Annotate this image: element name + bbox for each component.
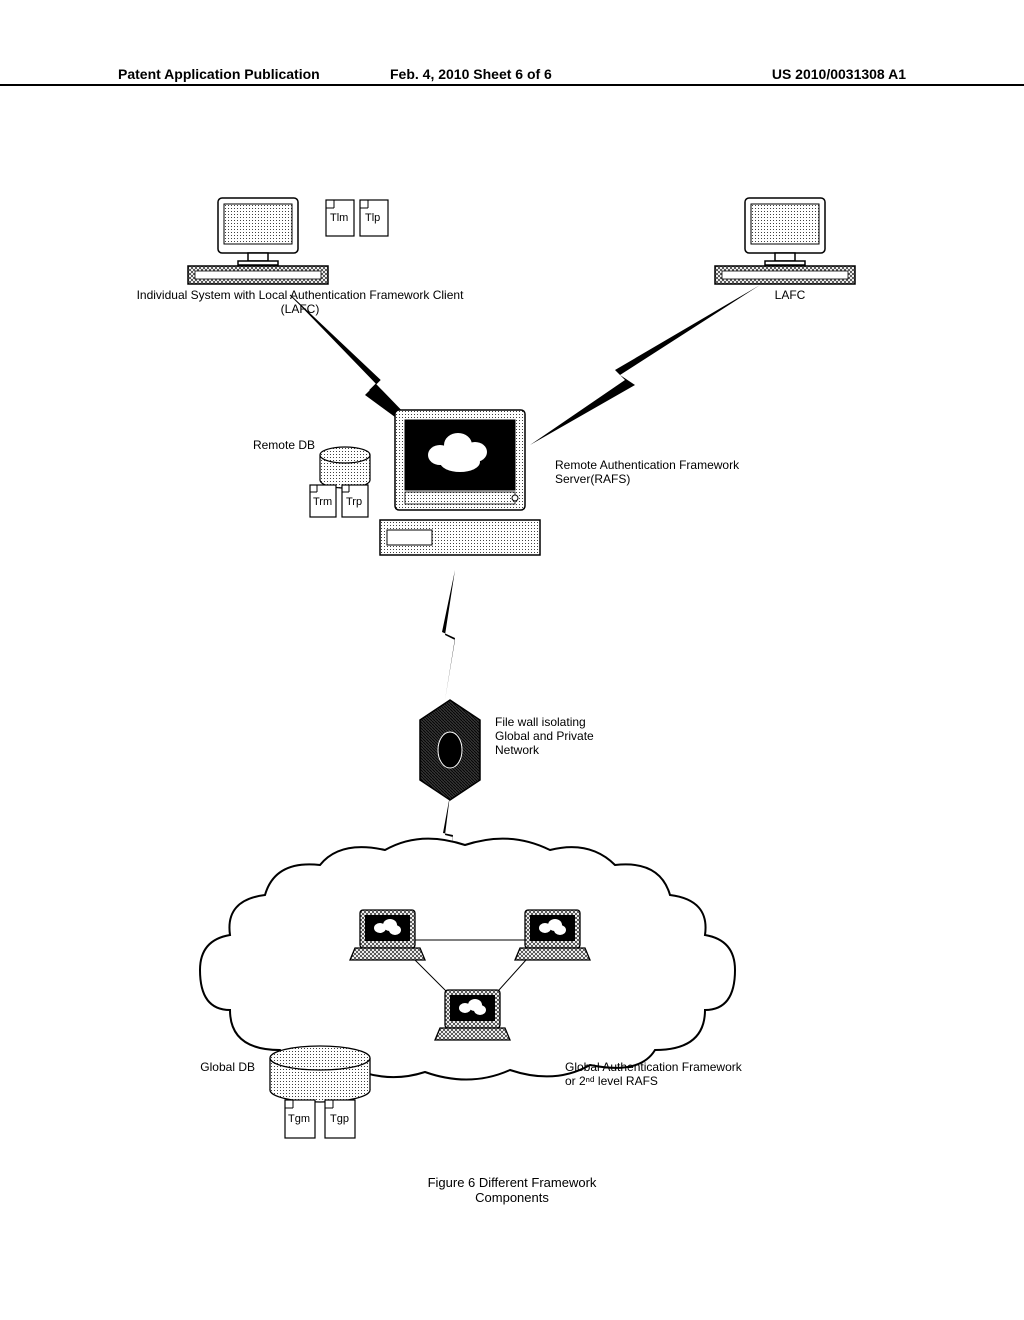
remote-db-icon bbox=[320, 447, 370, 488]
diagram-container: Individual System with Local Authenticat… bbox=[0, 180, 1024, 1180]
global-framework-label: Global Authentication Frameworkor 2ⁿᵈ le… bbox=[565, 1060, 795, 1088]
figure-caption: Figure 6 Different FrameworkComponents bbox=[0, 1175, 1024, 1205]
header-patent-number: US 2010/0031308 A1 bbox=[772, 66, 906, 82]
lafc-computer-2 bbox=[715, 198, 855, 284]
trm-label: Trm bbox=[313, 496, 332, 508]
firewall-icon bbox=[420, 700, 480, 800]
tlm-label: Tlm bbox=[330, 212, 348, 224]
connection-lafc2-rafs bbox=[530, 285, 760, 445]
global-db-label: Global DB bbox=[175, 1060, 255, 1074]
tgp-label: Tgp bbox=[330, 1113, 349, 1125]
remote-db-label: Remote DB bbox=[235, 438, 315, 452]
tlp-label: Tlp bbox=[365, 212, 380, 224]
page-header: Patent Application Publication Feb. 4, 2… bbox=[0, 80, 1024, 86]
cloud-laptop-1 bbox=[350, 910, 425, 960]
firewall-label: File wall isolatingGlobal and PrivateNet… bbox=[495, 715, 625, 757]
tgm-label: Tgm bbox=[288, 1113, 310, 1125]
lafc-computer-1 bbox=[188, 198, 328, 284]
header-date-sheet: Feb. 4, 2010 Sheet 6 of 6 bbox=[390, 66, 552, 82]
rafs-server-icon bbox=[380, 410, 540, 555]
lafc-short-label: LAFC bbox=[760, 288, 820, 302]
cloud-laptop-2 bbox=[515, 910, 590, 960]
connection-rafs-firewall bbox=[442, 570, 455, 700]
trp-label: Trp bbox=[346, 496, 362, 508]
global-db-icon bbox=[270, 1046, 370, 1102]
global-cloud-icon bbox=[200, 839, 735, 1080]
lafc-full-label: Individual System with Local Authenticat… bbox=[120, 288, 480, 316]
cloud-laptop-3 bbox=[435, 990, 510, 1040]
rafs-label: Remote Authentication FrameworkServer(RA… bbox=[555, 458, 775, 486]
header-publication: Patent Application Publication bbox=[118, 66, 320, 82]
diagram-svg bbox=[0, 180, 1024, 1180]
